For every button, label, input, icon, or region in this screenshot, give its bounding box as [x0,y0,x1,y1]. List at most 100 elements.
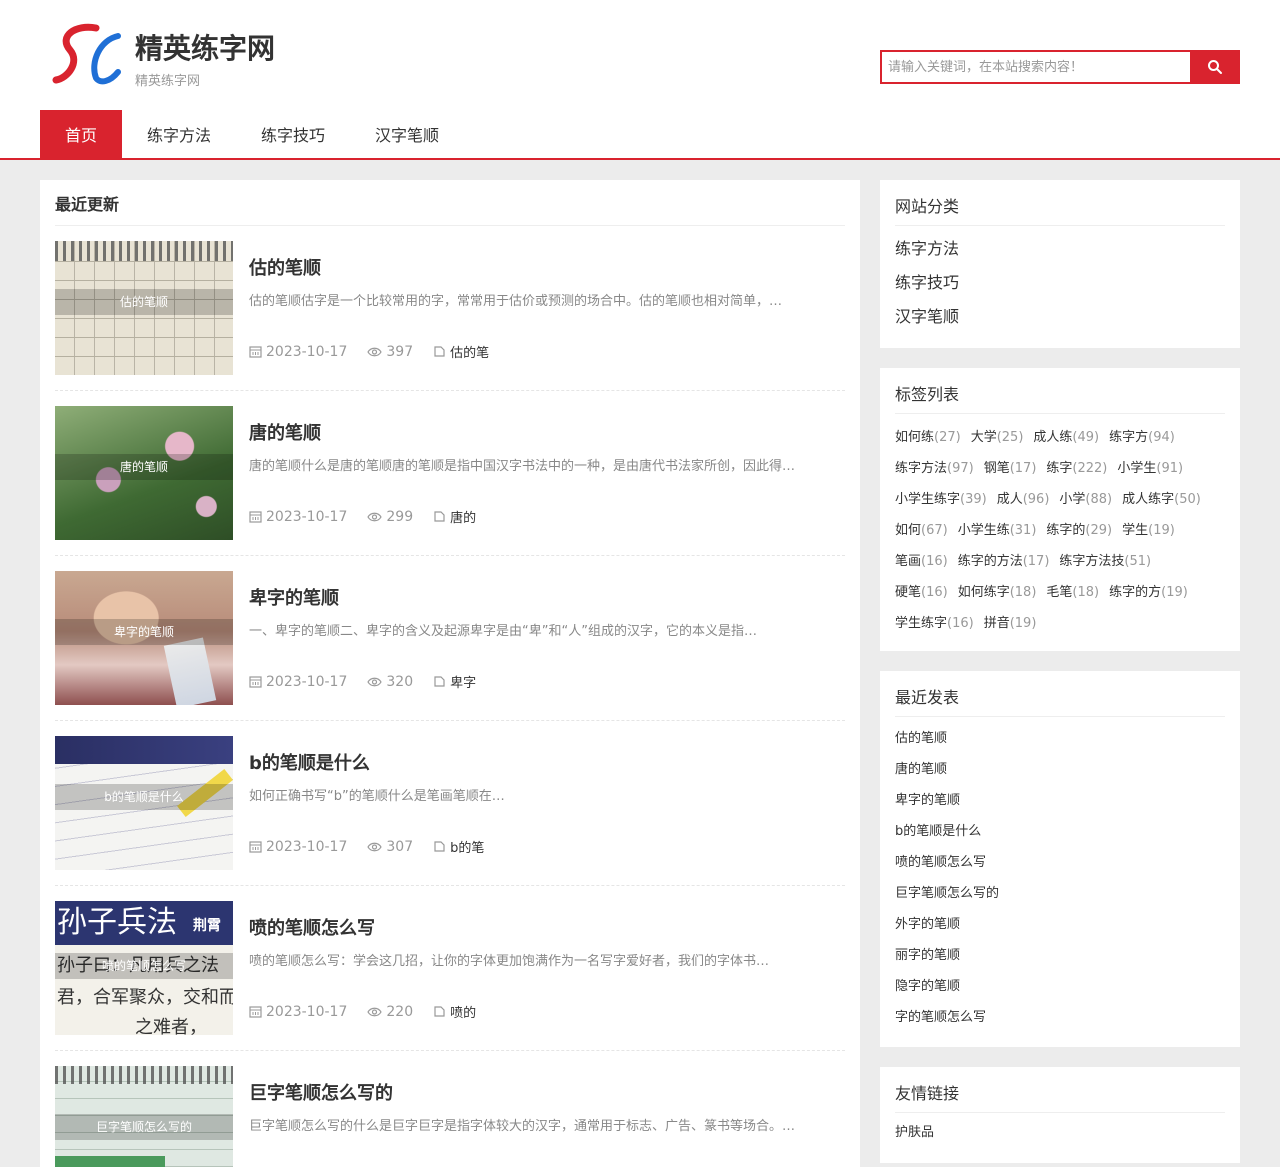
tag-link[interactable]: 练字方法(97) [895,453,974,484]
tag-icon [434,676,445,687]
recent-post-link[interactable]: 隐字的笔顺 [895,971,1225,1002]
post-title[interactable]: 估的笔顺 [249,254,321,280]
site-subtitle: 精英练字网 [135,74,201,89]
category-link[interactable]: 练字技巧 [895,266,1225,300]
recent-post-link[interactable]: 巨字笔顺怎么写的 [895,878,1225,909]
post-title[interactable]: 唐的笔顺 [249,419,321,445]
tag-count: (25) [996,430,1024,445]
post-date-text: 2023-10-17 [266,508,348,525]
post-tag-text[interactable]: 估的笔 [450,342,489,361]
search-input[interactable] [880,50,1190,84]
friend-link[interactable]: 护肤品 [895,1113,1225,1145]
recent-updates-panel: 最近更新 估的笔顺 估的笔顺 估的笔顺估字是一个比较常用的字，常常用于估价或预测… [40,180,860,1167]
recent-post-link[interactable]: 估的笔顺 [895,723,1225,754]
tag-name: 小学生 [1117,461,1157,476]
tag-link[interactable]: 如何练字(18) [958,577,1037,608]
tag-icon [434,1006,445,1017]
tag-link[interactable]: 如何(67) [895,515,948,546]
search-button[interactable] [1190,50,1240,84]
post-title[interactable]: b的笔顺是什么 [249,749,370,775]
tag-link[interactable]: 学生(19) [1122,515,1175,546]
recent-post-link[interactable]: 卑字的笔顺 [895,785,1225,816]
post-tag[interactable]: 喷的 [433,1002,476,1021]
recent-posts-widget: 最近发表 估的笔顺 唐的笔顺 卑字的笔顺 b的笔顺是什么 喷的笔顺怎么写 巨字笔… [880,671,1240,1047]
tag-link[interactable]: 大学(25) [971,422,1024,453]
recent-post-link[interactable]: b的笔顺是什么 [895,816,1225,847]
post-tag[interactable]: 卑字 [433,672,476,691]
post-tag-text[interactable]: 唐的 [450,507,476,526]
post-title[interactable]: 喷的笔顺怎么写 [249,914,375,940]
thumbnail-caption: 喷的笔顺怎么写 [55,953,233,979]
tag-link[interactable]: 毛笔(18) [1046,577,1099,608]
post-tag-text[interactable]: b的笔 [450,837,484,856]
site-title[interactable]: 精英练字网 [135,27,275,67]
tag-link[interactable]: 成人(96) [997,484,1050,515]
tag-count: (19) [1148,523,1175,538]
post-date: 2023-10-17 [249,344,347,360]
tag-link[interactable]: 笔画(16) [895,546,948,577]
post-thumbnail[interactable]: 孙子兵法 荆霄 孙子曰：凡用兵之法 君，合军聚众，交和而 之难者， 喷的笔顺怎么… [55,901,233,1035]
tag-link[interactable]: 小学生(91) [1117,453,1183,484]
nav-stroke-order[interactable]: 汉字笔顺 [350,110,464,158]
post-thumbnail[interactable]: b的笔顺是什么 [55,736,233,870]
post-tag-text[interactable]: 卑字 [450,672,476,691]
tag-count: (88) [1085,492,1113,507]
site-logo-icon[interactable] [52,22,122,88]
tag-count: (29) [1085,523,1113,538]
tag-link[interactable]: 小学生练(31) [958,515,1037,546]
eye-icon [367,512,383,521]
recent-post-link[interactable]: 外字的笔顺 [895,909,1225,940]
tag-link[interactable]: 硬笔(16) [895,577,948,608]
tag-link[interactable]: 练字方法技(51) [1059,546,1151,577]
tag-link[interactable]: 小学生练字(39) [895,484,987,515]
post-tag[interactable]: b的笔 [433,837,484,856]
tag-name: 练字方法技 [1059,554,1125,569]
post-item: 估的笔顺 估的笔顺 估的笔顺估字是一个比较常用的字，常常用于估价或预测的场合中。… [55,226,845,391]
tag-count: (16) [921,554,948,569]
tag-link[interactable]: 练字的方(19) [1109,577,1188,608]
recent-post-link[interactable]: 字的笔顺怎么写 [895,1002,1225,1033]
tag-link[interactable]: 成人练字(50) [1122,484,1201,515]
tag-link[interactable]: 练字的(29) [1046,515,1112,546]
recent-post-link[interactable]: 唐的笔顺 [895,754,1225,785]
tag-count: (16) [947,616,974,631]
tag-name: 成人练 [1033,430,1073,445]
category-link[interactable]: 练字方法 [895,232,1225,266]
tag-count: (16) [921,585,948,600]
widget-title: 友情链接 [895,1067,1225,1113]
tag-link[interactable]: 如何练(27) [895,422,961,453]
tag-link[interactable]: 练字(222) [1046,453,1107,484]
category-link[interactable]: 汉字笔顺 [895,300,1225,334]
nav-tips[interactable]: 练字技巧 [236,110,350,158]
tag-link[interactable]: 练字方(94) [1109,422,1175,453]
tag-link[interactable]: 钢笔(17) [984,453,1037,484]
thumbnail-line: 君，合军聚众，交和而 [57,987,233,1008]
post-thumbnail[interactable]: 估的笔顺 [55,241,233,375]
post-thumbnail[interactable]: 巨字笔顺怎么写的 [55,1066,233,1167]
tag-link[interactable]: 练字的方法(17) [958,546,1050,577]
post-views-count: 397 [386,343,414,360]
post-tag[interactable]: 估的笔 [433,342,489,361]
post-date-text: 2023-10-17 [266,673,348,690]
tag-link[interactable]: 学生练字(16) [895,608,974,639]
post-title[interactable]: 卑字的笔顺 [249,584,339,610]
recent-post-link[interactable]: 丽字的笔顺 [895,940,1225,971]
calendar-icon [249,1006,262,1018]
post-thumbnail[interactable]: 唐的笔顺 [55,406,233,540]
nav-methods[interactable]: 练字方法 [122,110,236,158]
tag-link[interactable]: 拼音(19) [984,608,1037,639]
post-thumbnail[interactable]: 卑字的笔顺 [55,571,233,705]
tag-name: 小学 [1059,492,1086,507]
tag-name: 大学 [970,430,997,445]
nav-home[interactable]: 首页 [40,110,123,158]
recent-post-link[interactable]: 喷的笔顺怎么写 [895,847,1225,878]
post-tag[interactable]: 唐的 [433,507,476,526]
tag-name: 小学生练 [957,523,1010,538]
post-title[interactable]: 巨字笔顺怎么写的 [249,1079,393,1105]
tag-link[interactable]: 小学(88) [1059,484,1112,515]
post-tag-text[interactable]: 喷的 [450,1002,476,1021]
post-excerpt: 巨字笔顺怎么写的什么是巨字巨字是指字体较大的汉字，通常用于标志、广告、篆书等场合… [249,1119,796,1134]
tag-link[interactable]: 成人练(49) [1033,422,1099,453]
tag-list: 如何练(27) 大学(25) 成人练(49) 练字方(94) 练字方法(97) 钢笔(17… [895,414,1225,639]
widget-title: 最近发表 [895,671,1225,717]
